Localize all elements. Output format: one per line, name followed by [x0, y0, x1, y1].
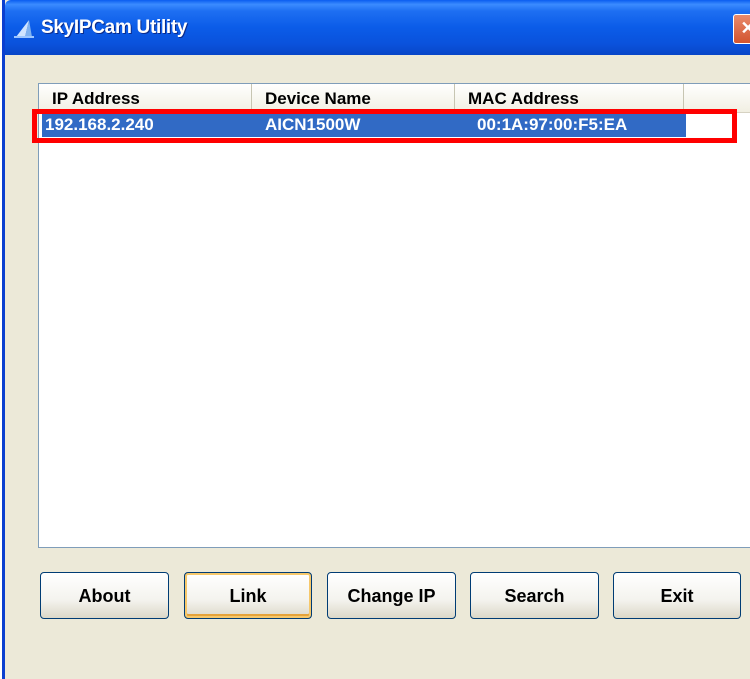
exit-button[interactable]: Exit [613, 572, 741, 619]
close-button[interactable]: ✕ [733, 14, 750, 44]
close-icon: ✕ [740, 18, 750, 38]
column-header-empty[interactable] [684, 84, 750, 112]
link-button[interactable]: Link [184, 572, 312, 619]
search-button[interactable]: Search [470, 572, 599, 619]
column-header-mac-address[interactable]: MAC Address [455, 84, 684, 112]
selection-highlight-box [32, 109, 737, 143]
device-list[interactable]: IP Address Device Name MAC Address 192.1… [38, 83, 750, 548]
window-title: SkyIPCam Utility [41, 17, 188, 38]
app-logo-icon [14, 20, 34, 38]
change-ip-button[interactable]: Change IP [327, 572, 456, 619]
column-header-ip-address[interactable]: IP Address [39, 84, 252, 112]
column-header-device-name[interactable]: Device Name [252, 84, 455, 112]
about-button[interactable]: About [40, 572, 169, 619]
main-window: SkyIPCam Utility ✕ IP Address Device Nam… [2, 0, 750, 679]
title-bar[interactable]: SkyIPCam Utility ✕ [5, 0, 750, 55]
